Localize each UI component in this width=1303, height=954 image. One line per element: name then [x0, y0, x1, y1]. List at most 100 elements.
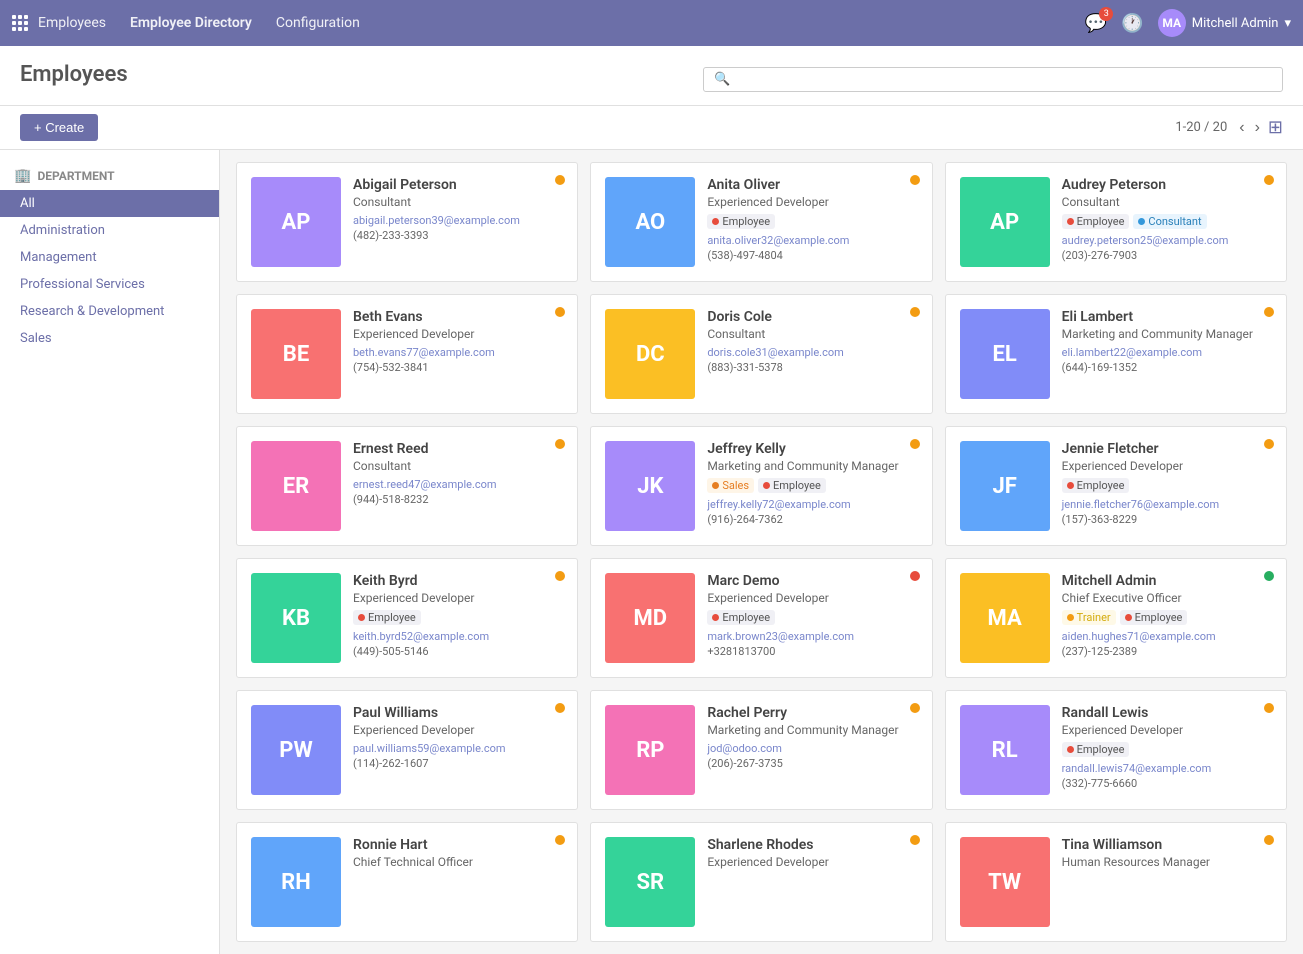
employee-card[interactable]: EL Eli Lambert Marketing and Community M…	[945, 294, 1287, 414]
status-dot	[555, 175, 565, 185]
page-title: Employees	[20, 62, 128, 87]
user-avatar: MA	[1158, 9, 1186, 37]
employee-card[interactable]: JK Jeffrey Kelly Marketing and Community…	[590, 426, 932, 546]
employee-card[interactable]: DC Doris Cole Consultant doris.cole31@ex…	[590, 294, 932, 414]
employee-name: Marc Demo	[707, 573, 917, 589]
prev-page-button[interactable]: ‹	[1237, 119, 1246, 137]
search-input[interactable]	[734, 72, 1272, 87]
employee-tags: Employee	[353, 610, 563, 625]
employee-phone: (449)-505-5146	[353, 645, 563, 658]
employee-card[interactable]: SR Sharlene Rhodes Experienced Developer	[590, 822, 932, 942]
nav-employee-directory[interactable]: Employee Directory	[130, 15, 252, 31]
employee-photo: EL	[960, 309, 1050, 399]
status-dot	[1264, 175, 1274, 185]
employee-card[interactable]: TW Tina Williamson Human Resources Manag…	[945, 822, 1287, 942]
employee-phone: +3281813700	[707, 645, 917, 658]
employee-card[interactable]: AP Audrey Peterson Consultant EmployeeCo…	[945, 162, 1287, 282]
employee-phone: (482)-233-3393	[353, 229, 563, 242]
employee-card[interactable]: RH Ronnie Hart Chief Technical Officer	[236, 822, 578, 942]
status-dot	[910, 835, 920, 845]
employee-card[interactable]: ER Ernest Reed Consultant ernest.reed47@…	[236, 426, 578, 546]
employee-email: paul.williams59@example.com	[353, 742, 563, 755]
employee-phone: (944)-518-8232	[353, 493, 563, 506]
status-dot	[1264, 307, 1274, 317]
employee-info: Beth Evans Experienced Developer beth.ev…	[353, 309, 563, 399]
status-dot	[1264, 835, 1274, 845]
employee-card[interactable]: AP Abigail Peterson Consultant abigail.p…	[236, 162, 578, 282]
employee-photo: JF	[960, 441, 1050, 531]
status-dot	[910, 439, 920, 449]
employee-name: Ernest Reed	[353, 441, 563, 457]
sidebar-item-research-development[interactable]: Research & Development	[0, 298, 219, 325]
user-menu[interactable]: MA Mitchell Admin ▾	[1158, 9, 1291, 37]
status-dot	[1264, 571, 1274, 581]
employee-email: aiden.hughes71@example.com	[1062, 630, 1272, 643]
content-area: 🏢 DEPARTMENT All Administration Manageme…	[0, 150, 1303, 954]
actions-bar: + Create 1-20 / 20 ‹ › ⊞	[0, 106, 1303, 150]
employee-phone: (883)-331-5378	[707, 361, 917, 374]
status-dot	[555, 307, 565, 317]
employee-job-title: Experienced Developer	[707, 591, 917, 605]
employee-card[interactable]: AO Anita Oliver Experienced Developer Em…	[590, 162, 932, 282]
nav-employees[interactable]: Employees	[38, 15, 106, 31]
employee-info: Sharlene Rhodes Experienced Developer	[707, 837, 917, 927]
tag-trainer: Trainer	[1062, 610, 1116, 625]
employee-name: Eli Lambert	[1062, 309, 1272, 325]
department-section-label: 🏢 DEPARTMENT	[0, 162, 219, 190]
tag-employee: Employee	[353, 610, 421, 625]
search-bar: 🔍	[703, 67, 1283, 92]
page-header: Employees 🔍	[0, 46, 1303, 106]
employee-info: Audrey Peterson Consultant EmployeeConsu…	[1062, 177, 1272, 267]
employee-phone: (916)-264-7362	[707, 513, 917, 526]
create-button[interactable]: + Create	[20, 114, 98, 141]
employee-job-title: Marketing and Community Manager	[707, 723, 917, 737]
employee-name: Ronnie Hart	[353, 837, 563, 853]
employee-card[interactable]: JF Jennie Fletcher Experienced Developer…	[945, 426, 1287, 546]
employee-email: keith.byrd52@example.com	[353, 630, 563, 643]
employee-card[interactable]: RL Randall Lewis Experienced Developer E…	[945, 690, 1287, 810]
employee-name: Sharlene Rhodes	[707, 837, 917, 853]
pagination-info: 1-20 / 20	[1175, 120, 1227, 135]
employee-card[interactable]: PW Paul Williams Experienced Developer p…	[236, 690, 578, 810]
employee-name: Audrey Peterson	[1062, 177, 1272, 193]
employee-name: Keith Byrd	[353, 573, 563, 589]
grid-view-button[interactable]: ⊞	[1268, 117, 1283, 138]
clock-icon[interactable]: 🕐	[1121, 13, 1143, 34]
employee-job-title: Experienced Developer	[707, 195, 917, 209]
employee-name: Tina Williamson	[1062, 837, 1272, 853]
employee-name: Rachel Perry	[707, 705, 917, 721]
sidebar-item-all[interactable]: All	[0, 190, 219, 217]
employee-name: Paul Williams	[353, 705, 563, 721]
sidebar-item-professional-services[interactable]: Professional Services	[0, 271, 219, 298]
sidebar-item-management[interactable]: Management	[0, 244, 219, 271]
status-dot	[1264, 703, 1274, 713]
chat-icon[interactable]: 💬 3	[1085, 13, 1107, 34]
employee-tags: Employee	[707, 610, 917, 625]
user-dropdown-icon: ▾	[1284, 16, 1291, 31]
employee-photo: BE	[251, 309, 341, 399]
employee-phone: (754)-532-3841	[353, 361, 563, 374]
employee-email: beth.evans77@example.com	[353, 346, 563, 359]
sidebar-item-sales[interactable]: Sales	[0, 325, 219, 352]
employee-card[interactable]: KB Keith Byrd Experienced Developer Empl…	[236, 558, 578, 678]
employee-name: Beth Evans	[353, 309, 563, 325]
employee-card[interactable]: MA Mitchell Admin Chief Executive Office…	[945, 558, 1287, 678]
tag-consultant: Consultant	[1133, 214, 1206, 229]
nav-configuration[interactable]: Configuration	[276, 15, 360, 31]
apps-grid-icon[interactable]	[12, 18, 22, 28]
tag-employee: Employee	[707, 214, 775, 229]
employee-card[interactable]: BE Beth Evans Experienced Developer beth…	[236, 294, 578, 414]
employee-info: Doris Cole Consultant doris.cole31@examp…	[707, 309, 917, 399]
employee-card[interactable]: RP Rachel Perry Marketing and Community …	[590, 690, 932, 810]
employee-photo: ER	[251, 441, 341, 531]
employee-job-title: Chief Executive Officer	[1062, 591, 1272, 605]
employee-email: doris.cole31@example.com	[707, 346, 917, 359]
employee-card[interactable]: MD Marc Demo Experienced Developer Emplo…	[590, 558, 932, 678]
employee-email: ernest.reed47@example.com	[353, 478, 563, 491]
user-name: Mitchell Admin	[1192, 16, 1279, 31]
employee-job-title: Chief Technical Officer	[353, 855, 563, 869]
next-page-button[interactable]: ›	[1253, 119, 1262, 137]
employee-photo: KB	[251, 573, 341, 663]
employee-tags: Employee	[707, 214, 917, 229]
sidebar-item-administration[interactable]: Administration	[0, 217, 219, 244]
